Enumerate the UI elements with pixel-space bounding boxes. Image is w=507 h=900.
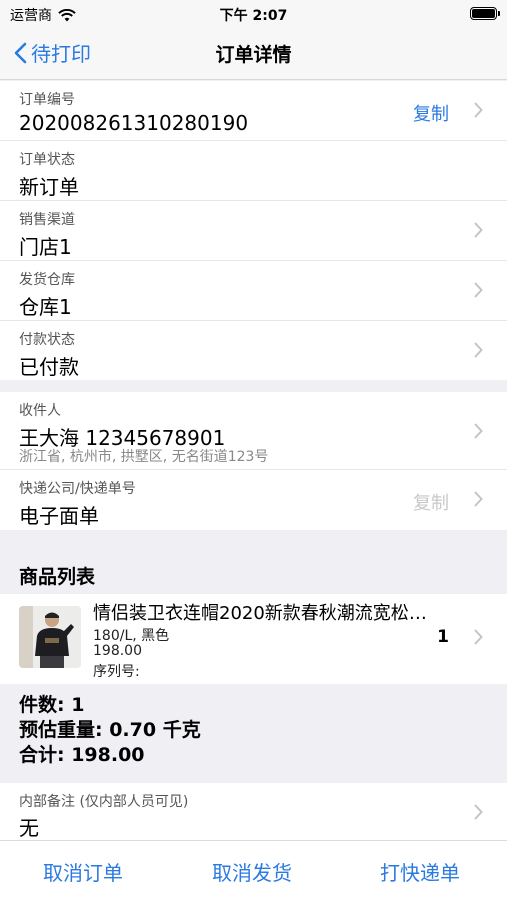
order-number-row: 订单编号 202008261310280190 复制 [0, 81, 507, 141]
product-price: 198.00 [93, 643, 142, 659]
product-item[interactable]: 情侣装卫衣连帽2020新款春秋潮流宽松男女外套 180/L, 黑色 198.00… [0, 594, 507, 684]
product-serial-label: 序列号: [93, 664, 140, 680]
shipping-group: 收件人 王大海 12345678901 浙江省, 杭州市, 拱墅区, 无名街道1… [0, 392, 507, 530]
cancel-order-button[interactable]: 取消订单 [43, 857, 123, 886]
nav-bar: 待打印 订单详情 [0, 26, 507, 80]
order-summary: 件数: 1 预估重量: 0.70 千克 合计: 198.00 [0, 684, 507, 782]
product-quantity: 1 [437, 627, 449, 647]
internal-note-row[interactable]: 内部备注 (仅内部人员可见) 无 [0, 783, 507, 840]
order-info-group: 订单编号 202008261310280190 复制 订单状态 新订单 销售渠道… [0, 81, 507, 380]
order-number-label: 订单编号 [19, 92, 75, 108]
product-name: 情侣装卫衣连帽2020新款春秋潮流宽松男女外套 [93, 603, 433, 624]
order-total: 合计: 198.00 [19, 744, 145, 766]
copy-order-number-button[interactable]: 复制 [413, 100, 449, 126]
courier-row[interactable]: 快递公司/快递单号 电子面单 复制 [0, 470, 507, 530]
chevron-right-icon [474, 342, 483, 358]
internal-note-value: 无 [19, 816, 39, 840]
estimated-weight: 预估重量: 0.70 千克 [19, 719, 201, 741]
order-status-row: 订单状态 新订单 [0, 141, 507, 201]
chevron-right-icon [474, 102, 483, 118]
warehouse-label: 发货仓库 [19, 272, 75, 288]
back-label: 待打印 [31, 42, 91, 66]
chevron-right-icon [474, 423, 483, 439]
order-number-value: 202008261310280190 [19, 111, 249, 135]
cancel-shipping-button[interactable]: 取消发货 [212, 857, 292, 886]
recipient-row[interactable]: 收件人 王大海 12345678901 浙江省, 杭州市, 拱墅区, 无名街道1… [0, 392, 507, 470]
product-image [19, 606, 81, 668]
warehouse-row[interactable]: 发货仓库 仓库1 [0, 261, 507, 321]
warehouse-value: 仓库1 [19, 295, 72, 319]
recipient-address: 浙江省, 杭州市, 拱墅区, 无名街道123号 [19, 449, 269, 465]
action-bar: 取消订单 取消发货 打快递单 [0, 840, 507, 900]
courier-label: 快递公司/快递单号 [19, 481, 136, 497]
product-thumbnail [19, 606, 81, 668]
chevron-right-icon [474, 222, 483, 238]
product-list-title: 商品列表 [19, 566, 96, 588]
payment-status-row[interactable]: 付款状态 已付款 [0, 321, 507, 380]
internal-note-label: 内部备注 (仅内部人员可见) [19, 794, 189, 810]
chevron-left-icon [14, 42, 27, 63]
payment-status-label: 付款状态 [19, 332, 75, 348]
internal-note-group: 内部备注 (仅内部人员可见) 无 [0, 783, 507, 840]
status-time: 下午 2:07 [219, 8, 288, 24]
chevron-right-icon [474, 282, 483, 298]
recipient-label: 收件人 [19, 403, 61, 419]
chevron-right-icon [474, 804, 483, 820]
copy-tracking-button[interactable]: 复制 [413, 489, 449, 515]
payment-status-value: 已付款 [19, 355, 79, 379]
back-button[interactable]: 待打印 [14, 38, 91, 67]
product-spec: 180/L, 黑色 [93, 628, 170, 644]
sales-channel-value: 门店1 [19, 235, 72, 259]
order-status-value: 新订单 [19, 175, 79, 199]
battery-icon [470, 7, 500, 20]
chevron-right-icon [474, 629, 483, 645]
status-bar: 运营商 下午 2:07 [0, 0, 507, 26]
sales-channel-label: 销售渠道 [19, 212, 75, 228]
chevron-right-icon [474, 491, 483, 507]
item-count: 件数: 1 [19, 694, 85, 716]
order-status-label: 订单状态 [19, 152, 75, 168]
courier-value: 电子面单 [19, 504, 99, 528]
print-express-button[interactable]: 打快递单 [380, 857, 460, 886]
sales-channel-row[interactable]: 销售渠道 门店1 [0, 201, 507, 261]
